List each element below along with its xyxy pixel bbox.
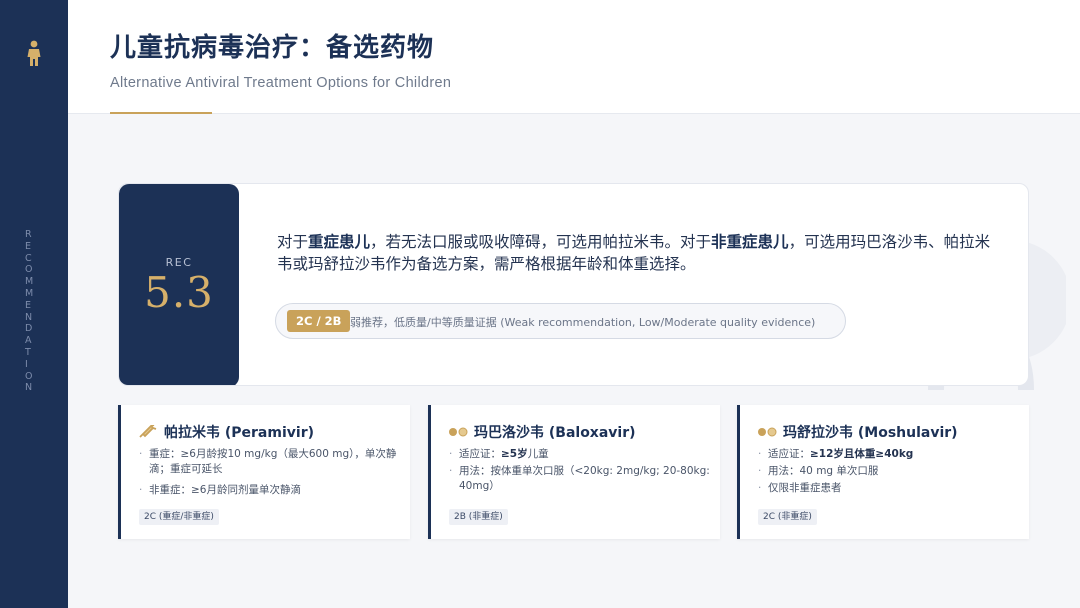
drug-title: 帕拉米韦 (Peramivir) (138, 422, 314, 442)
vertical-recommendation-label: R E C O M M E N D A T I O N (25, 229, 35, 394)
pills-icon (449, 427, 468, 437)
rec-number: 5.3 (144, 268, 214, 317)
list-item: 适应证：≥12岁且体重≥40kg (758, 447, 1020, 462)
page-subtitle: Alternative Antiviral Treatment Options … (110, 75, 452, 91)
recommendation-number-block: REC 5.3 (119, 184, 239, 385)
drug-grade-tag: 2C (非重症) (758, 509, 817, 525)
list-item: 适应证：≥5岁儿童 (449, 447, 711, 462)
page-title: 儿童抗病毒治疗：备选药物 (110, 33, 435, 63)
drug-grade-tag: 2C (重症/非重症) (139, 509, 219, 525)
title-accent-line (110, 112, 212, 114)
list-item: 用法：按体重单次口服（<20kg: 2mg/kg; 20-80kg: 40mg） (449, 464, 711, 494)
child-person-icon (27, 40, 41, 66)
recommendation-card: REC 5.3 对于重症患儿，若无法口服或吸收障碍，可选用帕拉米韦。对于非重症患… (118, 183, 1029, 386)
header: 儿童抗病毒治疗：备选药物 Alternative Antiviral Treat… (68, 0, 1080, 114)
list-item: 非重症：≥6月龄同剂量单次静滴 (139, 483, 401, 498)
list-item: 仅限非重症患者 (758, 481, 1020, 496)
list-item: 用法：40 mg 单次口服 (758, 464, 1020, 479)
syringe-icon (139, 425, 157, 438)
severe-emphasis: 重症患儿 (308, 233, 371, 251)
grade-badge: 2C / 2B (287, 310, 351, 332)
drug-title: 玛舒拉沙韦 (Moshulavir) (757, 422, 958, 442)
non-severe-emphasis: 非重症患儿 (711, 233, 789, 251)
drug-title: 玛巴洛沙韦 (Baloxavir) (448, 422, 636, 442)
drug-card-peramivir: 帕拉米韦 (Peramivir) 重症：≥6月龄按10 mg/kg（最大600 … (118, 405, 410, 539)
drug-card-moshulavir: 玛舒拉沙韦 (Moshulavir) 适应证：≥12岁且体重≥40kg 用法：4… (737, 405, 1029, 539)
drug-grade-tag: 2B (非重症) (449, 509, 508, 525)
drug-card-baloxavir: 玛巴洛沙韦 (Baloxavir) 适应证：≥5岁儿童 用法：按体重单次口服（<… (428, 405, 720, 539)
evidence-grade-pill: 2C / 2B 弱推荐，低质量/中等质量证据 (Weak recommendat… (275, 303, 846, 339)
list-item: 重症：≥6月龄按10 mg/kg（最大600 mg），单次静滴；重症可延长 (139, 447, 401, 477)
grade-description: 弱推荐，低质量/中等质量证据 (Weak recommendation, Low… (350, 316, 816, 329)
pills-icon (758, 427, 777, 437)
recommendation-text: 对于重症患儿，若无法口服或吸收障碍，可选用帕拉米韦。对于非重症患儿，可选用玛巴洛… (277, 233, 991, 273)
sidebar: R E C O M M E N D A T I O N (0, 0, 68, 608)
